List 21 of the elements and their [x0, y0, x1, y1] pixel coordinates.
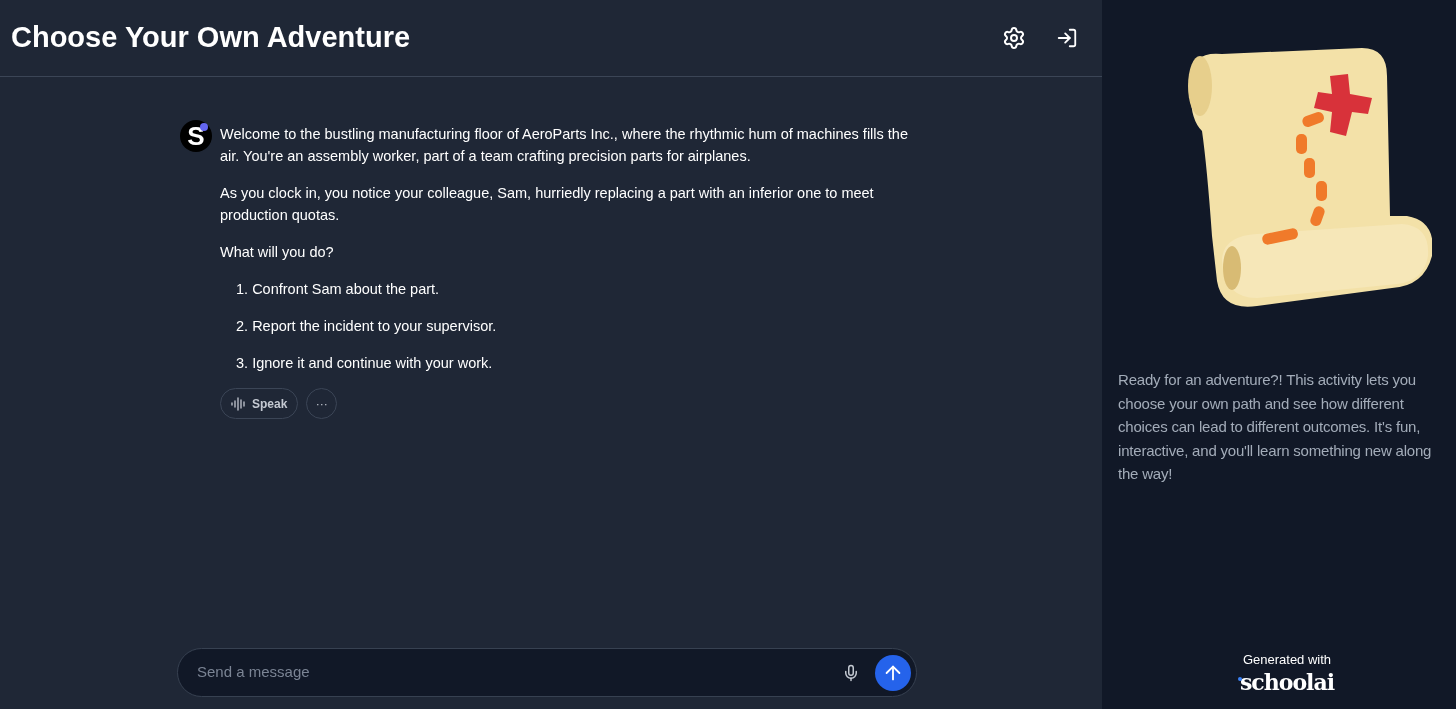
send-button[interactable]: [875, 654, 911, 691]
sign-in-button[interactable]: [1056, 27, 1078, 49]
choice-item: 2. Report the incident to your supervisor.: [236, 317, 498, 336]
choice-item: 3. Ignore it and continue with your work.: [236, 354, 494, 373]
settings-icon: [1002, 26, 1026, 50]
microphone-button[interactable]: [842, 663, 860, 682]
credit-label: Generated with: [1242, 650, 1332, 669]
activity-description: Ready for an adventure?! This activity lets you choose your own path and see how different choices can lead to different outcomes. It's fun, interactive, and you'll learn something new along the way!: [1118, 370, 1433, 484]
brand-logo: schoolai: [1239, 669, 1335, 695]
message-paragraph: Welcome to the bustling manufacturing floor of AeroParts Inc., where the rhythmic hum of machines fills the air. You're an assembly worker, part of a team crafting precision parts for airplanes.: [220, 125, 909, 166]
assistant-avatar: S: [180, 120, 212, 152]
settings-button[interactable]: [1002, 26, 1026, 50]
message-paragraph: As you clock in, you notice your colleague, Sam, hurriedly replacing a part with an inferior one to meet production quotas.: [220, 184, 875, 225]
message-paragraph: What will you do?: [220, 243, 335, 262]
choice-item: 1. Confront Sam about the part.: [236, 280, 441, 299]
sign-in-icon: [1056, 27, 1078, 49]
message-input[interactable]: Send a message: [197, 661, 842, 684]
message-field[interactable]: Send a message: [177, 648, 917, 697]
page-title: Choose Your Own Adventure: [11, 20, 411, 56]
sound-wave-icon: [231, 396, 247, 411]
microphone-icon: [842, 663, 860, 682]
